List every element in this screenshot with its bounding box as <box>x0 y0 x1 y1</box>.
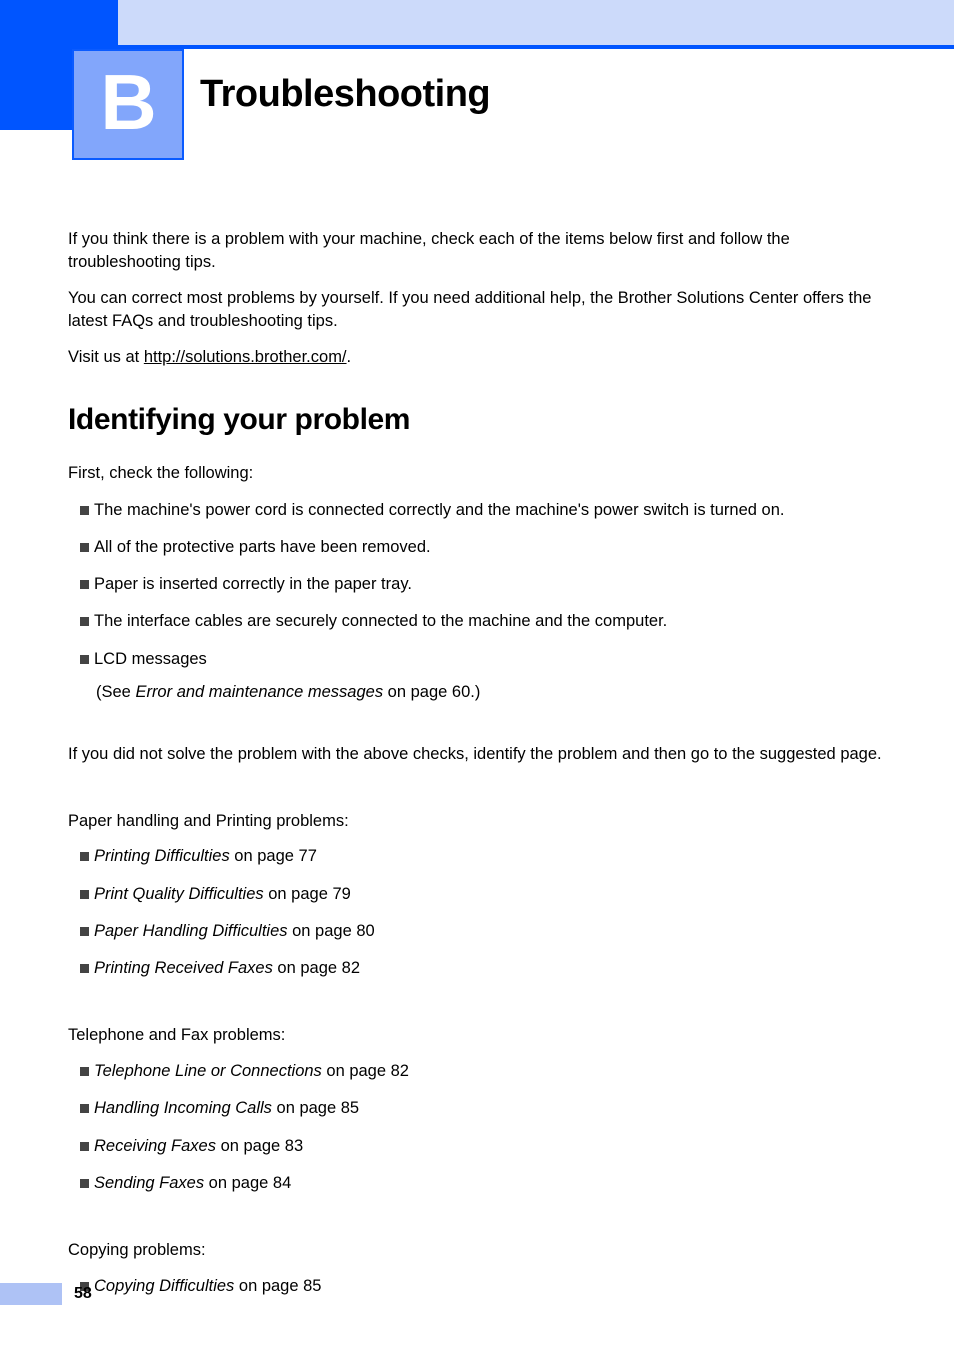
link-ref-title[interactable]: Printing Difficulties <box>94 847 230 865</box>
link-ref-title[interactable]: Paper Handling Difficulties <box>94 922 288 940</box>
first-check-lead: First, check the following: <box>68 463 254 482</box>
visit-suffix-text: . <box>346 348 352 367</box>
link-ref-title[interactable]: Print Quality Difficulties <box>94 885 264 903</box>
list-item: The interface cables are securely connec… <box>68 610 884 632</box>
intro-paragraph-1: If you think there is a problem with you… <box>68 230 790 271</box>
link-ref-page: on page 84 <box>204 1173 292 1192</box>
list-item: Paper is inserted correctly in the paper… <box>68 573 884 595</box>
list-item[interactable]: Printing Difficulties on page 77 <box>68 845 884 867</box>
chapter-letter: B <box>100 57 156 146</box>
list-item[interactable]: Copying Difficulties on page 85 <box>68 1275 884 1297</box>
group-list-paper-handling: Printing Difficulties on page 77 Print Q… <box>68 845 884 979</box>
list-item[interactable]: Sending Faxes on page 84 <box>68 1172 884 1194</box>
chapter-letter-box: B <box>72 49 184 160</box>
cross-ref-prefix: (See <box>96 682 136 701</box>
intro-paragraph-2: You can correct most problems by yoursel… <box>68 289 872 330</box>
link-ref-title[interactable]: Receiving Faxes <box>94 1137 216 1155</box>
group-list-telephone-fax: Telephone Line or Connections on page 82… <box>68 1060 884 1194</box>
group-label-telephone-fax: Telephone and Fax problems: <box>68 1026 286 1045</box>
list-item: All of the protective parts have been re… <box>68 536 884 558</box>
group-label-paper-handling: Paper handling and Printing problems: <box>68 811 349 830</box>
chapter-header-rule <box>100 45 954 49</box>
chapter-header-pale-bar <box>118 0 954 45</box>
link-ref-title[interactable]: Printing Received Faxes <box>94 959 273 977</box>
list-item[interactable]: Paper Handling Difficulties on page 80 <box>68 920 884 942</box>
footer-page-number: 58 <box>74 1285 92 1302</box>
intro-visit-line: Visit us at http://solutions.brother.com… <box>68 346 884 369</box>
link-ref-page: on page 83 <box>215 1136 304 1155</box>
link-ref-title[interactable]: Telephone Line or Connections <box>94 1062 322 1080</box>
list-item[interactable]: Receiving Faxes on page 83 <box>68 1135 884 1157</box>
section-heading-identifying-your-problem: Identifying your problem <box>68 402 411 436</box>
brother-solutions-url-link[interactable]: http://solutions.brother.com/ <box>144 348 347 366</box>
group-label-copying: Copying problems: <box>68 1241 206 1260</box>
visit-prefix-text: Visit us at <box>68 348 144 367</box>
list-item[interactable]: Printing Received Faxes on page 82 <box>68 957 884 979</box>
list-item[interactable]: Telephone Line or Connections on page 82 <box>68 1060 884 1082</box>
link-ref-page: on page 79 <box>263 884 351 903</box>
page-title: Troubleshooting <box>200 73 491 115</box>
cross-ref-title[interactable]: Error and maintenance messages <box>135 683 383 701</box>
list-item[interactable]: Print Quality Difficulties on page 79 <box>68 883 884 905</box>
list-item[interactable]: Handling Incoming Calls on page 85 <box>68 1097 884 1119</box>
link-ref-page: on page 85 <box>271 1099 360 1118</box>
initial-checks-list: The machine's power cord is connected co… <box>68 499 884 670</box>
link-ref-title[interactable]: Handling Incoming Calls <box>94 1099 272 1117</box>
link-ref-page: on page 80 <box>287 921 375 940</box>
footer-accent-bar <box>0 1283 62 1305</box>
lcd-messages-cross-reference: (See Error and maintenance messages on p… <box>96 681 884 703</box>
group-list-copying: Copying Difficulties on page 85 <box>68 1275 884 1297</box>
link-ref-title[interactable]: Copying Difficulties <box>94 1277 234 1295</box>
list-item: The machine's power cord is connected co… <box>68 499 884 521</box>
page-content: If you think there is a problem with you… <box>68 228 884 1312</box>
cross-ref-suffix: on page 60.) <box>383 682 481 701</box>
after-checks-paragraph: If you did not solve the problem with th… <box>68 745 882 764</box>
link-ref-page: on page 85 <box>234 1276 322 1295</box>
link-ref-title[interactable]: Sending Faxes <box>94 1174 204 1192</box>
list-item: LCD messages <box>68 648 884 670</box>
link-ref-page: on page 82 <box>272 959 361 978</box>
link-ref-page: on page 77 <box>229 847 317 866</box>
link-ref-page: on page 82 <box>321 1062 409 1080</box>
